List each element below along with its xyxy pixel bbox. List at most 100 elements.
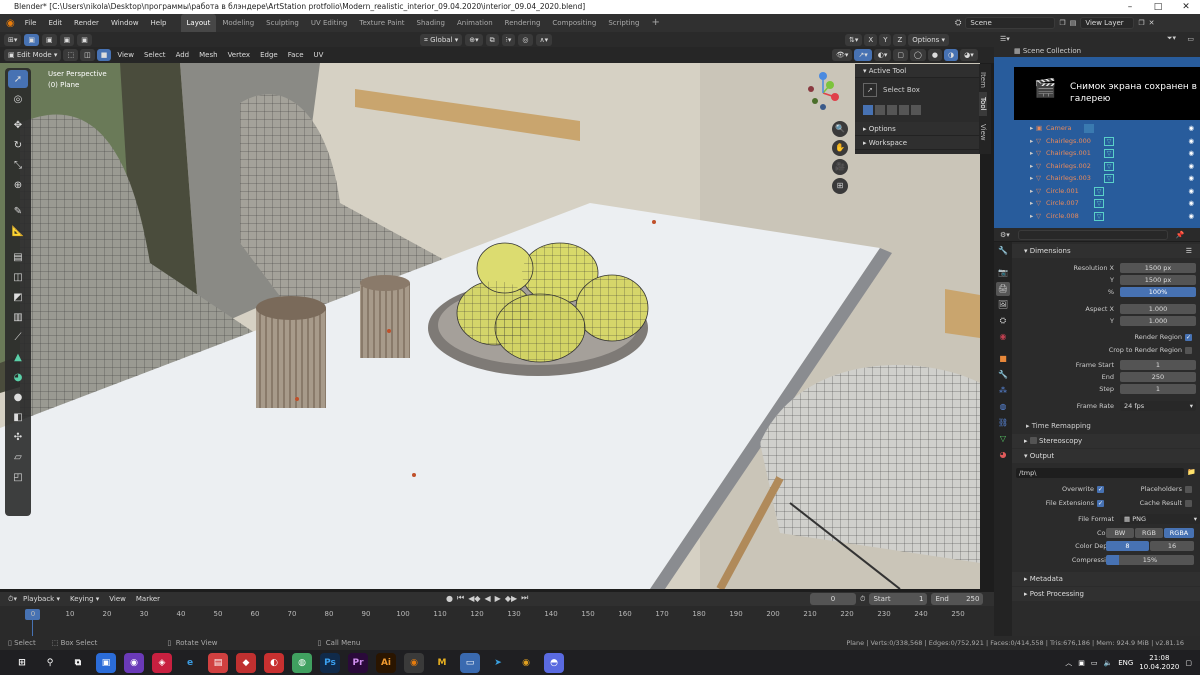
- outliner-row[interactable]: ▸ ▽ Chairlegs.000 ▽ ◉: [994, 135, 1200, 148]
- cache-result-checkbox[interactable]: [1185, 500, 1192, 507]
- photoshop-icon[interactable]: Ps: [320, 652, 340, 673]
- overwrite-checkbox[interactable]: ✓: [1097, 486, 1104, 493]
- time-remapping-header[interactable]: ▸ Time Remapping: [1012, 421, 1200, 432]
- navigation-gizmo[interactable]: [800, 69, 846, 115]
- solid-shading-icon[interactable]: ●: [927, 49, 942, 61]
- post-processing-header[interactable]: ▸ Post Processing: [1012, 587, 1200, 601]
- physics-tab-icon[interactable]: ◍: [996, 400, 1010, 414]
- color-bw-option[interactable]: BW: [1106, 528, 1134, 538]
- resolution-percent-field[interactable]: 100%: [1120, 287, 1196, 297]
- tool-tab-icon[interactable]: 🔧: [996, 244, 1010, 258]
- mirror-y[interactable]: Y: [879, 34, 892, 46]
- language-indicator[interactable]: ENG: [1118, 659, 1133, 667]
- knife-tool-icon[interactable]: ⟋: [8, 328, 28, 346]
- eye-icon[interactable]: ◉: [1188, 172, 1194, 185]
- app-icon[interactable]: ▭: [460, 652, 480, 673]
- proportional-edit-icon[interactable]: ◎: [518, 34, 533, 46]
- minimize-icon[interactable]: –: [1116, 0, 1144, 14]
- tab-compositing[interactable]: Compositing: [546, 14, 602, 32]
- outliner-row[interactable]: ▸ ▽ Chairlegs.002 ▽ ◉: [994, 160, 1200, 173]
- maximize-icon[interactable]: □: [1144, 0, 1172, 14]
- modifier-tab-icon[interactable]: 🔧: [996, 368, 1010, 382]
- material-tab-icon[interactable]: ◕: [996, 448, 1010, 462]
- app-icon[interactable]: ◈: [152, 652, 172, 673]
- material-shading-icon[interactable]: ◑: [944, 49, 959, 61]
- gizmo-icon[interactable]: ↗▾: [854, 49, 872, 61]
- tray-chevron-icon[interactable]: ︿: [1065, 658, 1072, 668]
- menu-help[interactable]: Help: [145, 14, 173, 32]
- snap-target-icon[interactable]: ⁝▾: [501, 34, 516, 46]
- clock[interactable]: 21:08 10.04.2020: [1139, 654, 1179, 672]
- folder-icon[interactable]: 📁: [1187, 468, 1196, 476]
- menu-mesh[interactable]: Mesh: [195, 47, 221, 63]
- tab-rendering[interactable]: Rendering: [499, 14, 547, 32]
- placeholders-checkbox[interactable]: [1185, 486, 1192, 493]
- file-extensions-checkbox[interactable]: ✓: [1097, 500, 1104, 507]
- app-icon[interactable]: ▤: [208, 652, 228, 673]
- tab-layout[interactable]: Layout: [180, 14, 217, 32]
- visibility-icon[interactable]: 👁▾: [832, 49, 853, 61]
- search-icon[interactable]: ⚲: [40, 653, 60, 673]
- menu-file[interactable]: File: [19, 14, 43, 32]
- add-workspace-icon[interactable]: +: [645, 14, 665, 32]
- rip-tool-icon[interactable]: ◰: [8, 468, 28, 486]
- menu-select[interactable]: Select: [140, 47, 170, 63]
- active-tool-header[interactable]: ▾ Active Tool: [855, 64, 979, 78]
- mode-new-icon[interactable]: [863, 105, 873, 115]
- tab-texture-paint[interactable]: Texture Paint: [353, 14, 410, 32]
- zoom-icon[interactable]: 🔍: [832, 121, 848, 137]
- frame-end-field[interactable]: 250: [1120, 372, 1196, 382]
- poly-build-tool-icon[interactable]: ▲: [8, 348, 28, 366]
- new-collection-icon[interactable]: ▭: [1187, 35, 1194, 43]
- pivot-point-icon[interactable]: ⊕▾: [465, 34, 483, 46]
- 3d-viewport[interactable]: User Perspective (0) Plane 🔍 ✋ 🎥 ⊞: [0, 63, 980, 589]
- properties-search[interactable]: [1017, 229, 1168, 240]
- workspace-header[interactable]: ▸ Workspace: [855, 136, 979, 150]
- compression-slider[interactable]: 15%: [1106, 555, 1194, 565]
- file-format-select[interactable]: ▦ PNG ▾: [1120, 514, 1200, 524]
- editor-type-icon[interactable]: ⊞▾: [4, 34, 22, 46]
- menu-edit[interactable]: Edit: [42, 14, 68, 32]
- scale-tool-icon[interactable]: ⤡: [8, 156, 28, 174]
- snap-icon[interactable]: ⧉: [485, 34, 499, 46]
- aspect-y-field[interactable]: 1.000: [1120, 316, 1196, 326]
- camera-view-icon[interactable]: 🎥: [832, 159, 848, 175]
- transform-orientation-select[interactable]: ⌗ Global ▾: [420, 34, 463, 46]
- data-tab-icon[interactable]: ▽: [996, 432, 1010, 446]
- edge-slide-tool-icon[interactable]: ◧: [8, 408, 28, 426]
- world-tab-icon[interactable]: ◉: [996, 330, 1010, 344]
- mode-invert-icon[interactable]: [899, 105, 909, 115]
- mode-extend-icon[interactable]: [875, 105, 885, 115]
- tab-modeling[interactable]: Modeling: [216, 14, 260, 32]
- outliner-editor-icon[interactable]: ☰▾: [1000, 35, 1010, 43]
- mode-selector[interactable]: ▣ Edit Mode ▾: [4, 49, 62, 61]
- outliner-row[interactable]: ▸ ▽ Circle.007 ▽ ◉: [994, 197, 1200, 210]
- remove-layer-icon[interactable]: ✕: [1149, 19, 1155, 27]
- app-icon[interactable]: ▣: [96, 652, 116, 673]
- bevel-tool-icon[interactable]: ◩: [8, 288, 28, 306]
- shrink-fatten-tool-icon[interactable]: ✣: [8, 428, 28, 446]
- menu-uv[interactable]: UV: [310, 47, 328, 63]
- menu-window[interactable]: Window: [105, 14, 145, 32]
- app-icon[interactable]: ◆: [236, 652, 256, 673]
- xray-icon[interactable]: ▢: [893, 49, 909, 61]
- face-select-icon[interactable]: ■: [96, 49, 112, 61]
- mirror-z[interactable]: Z: [893, 34, 907, 46]
- cursor-tool-icon[interactable]: ◎: [8, 90, 28, 108]
- wireframe-shading-icon[interactable]: ◯: [910, 49, 926, 61]
- stereoscopy-header[interactable]: ▸ Stereoscopy: [1012, 434, 1200, 448]
- measure-tool-icon[interactable]: 📐: [8, 222, 28, 240]
- notifications-icon[interactable]: ▢: [1185, 659, 1192, 667]
- windows-start-icon[interactable]: ⊞: [12, 653, 32, 673]
- app-icon[interactable]: M: [432, 653, 452, 673]
- depth-16-option[interactable]: 16: [1150, 541, 1194, 551]
- network-icon[interactable]: ▭: [1091, 659, 1098, 667]
- output-path-field[interactable]: /tmp\: [1016, 468, 1184, 478]
- scene-collection-row[interactable]: ▦ Scene Collection: [994, 45, 1200, 57]
- color-rgb-option[interactable]: RGB: [1135, 528, 1163, 538]
- select-box-mode-icon[interactable]: ▣: [24, 34, 40, 46]
- particles-tab-icon[interactable]: ⁂: [996, 384, 1010, 398]
- tray-app-icon[interactable]: ▣: [1078, 659, 1085, 667]
- rendered-shading-icon[interactable]: ◕▾: [960, 49, 978, 61]
- tab-item[interactable]: Item: [979, 64, 987, 92]
